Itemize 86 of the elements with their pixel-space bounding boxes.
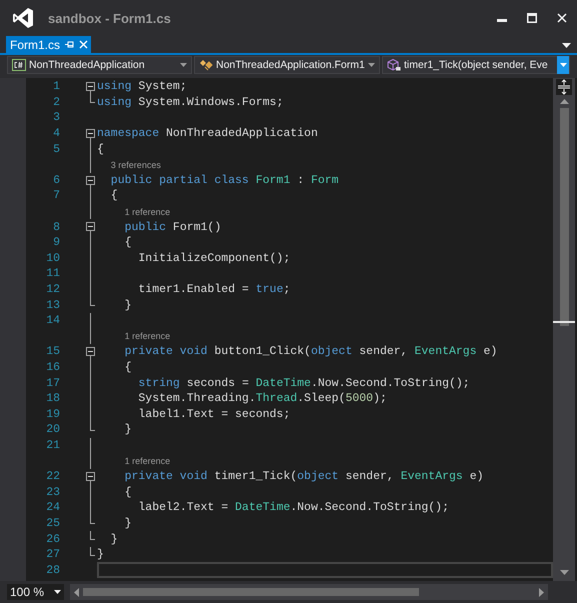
code-line: { — [97, 142, 104, 156]
navigation-dropdown[interactable]: timer1_Tick(object sender, Eve — [382, 56, 570, 74]
code-line: { — [110, 189, 118, 202]
close-icon[interactable] — [557, 13, 567, 23]
collapse-icon[interactable] — [86, 82, 95, 91]
pin-icon[interactable] — [65, 40, 74, 49]
line-number: 19 — [45, 408, 60, 421]
code-line: } — [110, 532, 118, 546]
line-number: 11 — [45, 267, 60, 280]
line-number: 8 — [52, 220, 60, 234]
line-number: 6 — [52, 174, 60, 187]
collapse-icon[interactable] — [86, 128, 95, 138]
navigation-dropdown[interactable]: NonThreadedApplication — [7, 56, 192, 74]
scroll-up-icon[interactable] — [560, 99, 568, 104]
line-number: 16 — [45, 360, 60, 374]
vertical-scrollbar[interactable] — [553, 78, 575, 581]
code-line: { — [124, 486, 132, 499]
collapse-icon[interactable] — [86, 347, 95, 356]
cube-icon — [387, 59, 401, 71]
code-line: using System.Windows.Forms; — [97, 96, 284, 109]
line-number: 10 — [45, 252, 60, 265]
code-line: { — [124, 236, 132, 250]
scroll-down-icon[interactable] — [560, 570, 568, 575]
scroll-thumb[interactable] — [83, 588, 419, 596]
reference-count-link[interactable]: 1 reference — [124, 331, 170, 342]
code-line: timer1.Enabled = true; — [137, 283, 290, 296]
line-number: 1 — [52, 80, 60, 94]
line-number: 23 — [45, 486, 60, 499]
maximize-icon[interactable] — [527, 13, 537, 23]
code-line: string seconds = DateTime.Now.Second.ToString(); — [137, 376, 470, 390]
dropdown-arrow-icon[interactable] — [54, 590, 61, 594]
code-line: label2.Text = DateTime.Now.Second.ToString(); — [137, 501, 449, 514]
scroll-left-icon[interactable] — [74, 588, 79, 596]
code-line: namespace NonThreadedApplication — [97, 127, 318, 140]
line-number: 18 — [45, 392, 60, 406]
scroll-thumb[interactable] — [560, 108, 568, 326]
code-line: System.Threading.Thread.Sleep(5000); — [137, 392, 387, 406]
horizontal-scrollbar[interactable] — [70, 584, 548, 600]
line-number: 17 — [45, 376, 60, 390]
line-number: 9 — [52, 236, 60, 250]
line-number: 12 — [45, 283, 60, 296]
line-number: 13 — [45, 298, 60, 312]
line-number: 20 — [45, 423, 60, 436]
line-number: 21 — [45, 438, 60, 452]
class-icon — [199, 59, 213, 71]
line-number: 28 — [45, 564, 60, 577]
code-line: { — [124, 360, 132, 374]
line-number: 26 — [45, 532, 60, 546]
code-line: label1.Text = seconds; — [137, 408, 290, 421]
caret-position-marker — [553, 321, 575, 323]
dropdown-arrow-icon[interactable] — [562, 43, 571, 48]
code-line: } — [124, 423, 132, 436]
collapse-icon[interactable] — [86, 472, 95, 481]
collapse-icon[interactable] — [86, 176, 95, 185]
collapse-icon[interactable] — [86, 222, 95, 232]
code-line: public partial class Form1 : Form — [110, 174, 339, 187]
code-line: public Form1() — [124, 220, 222, 234]
code-line: } — [97, 548, 104, 562]
line-number: 5 — [52, 142, 60, 156]
line-number: 2 — [52, 96, 60, 109]
line-number: 15 — [45, 345, 60, 358]
scroll-right-icon[interactable] — [539, 588, 544, 596]
csharp-file-icon — [12, 59, 26, 71]
window-title: sandbox - Form1.cs — [48, 10, 172, 26]
code-line: InitializeComponent(); — [137, 252, 290, 265]
line-number: 25 — [45, 516, 60, 530]
code-line: } — [124, 516, 132, 530]
line-number: 22 — [45, 470, 60, 484]
line-number: 24 — [45, 501, 60, 514]
line-number: 3 — [52, 111, 60, 124]
editor-tab[interactable]: Form1.cs — [6, 36, 92, 53]
zoom-dropdown[interactable]: 100 % — [7, 584, 64, 600]
reference-count-link[interactable]: 1 reference — [124, 206, 170, 217]
code-line: private void timer1_Tick(object sender, EventArgs e) — [124, 470, 484, 484]
code-line: private void button1_Click(object sender, EventArgs e) — [124, 345, 498, 358]
line-number: 14 — [45, 314, 60, 328]
code-line: } — [124, 298, 132, 312]
reference-count-link[interactable]: 1 reference — [124, 456, 170, 466]
navigation-dropdown[interactable]: NonThreadedApplication.Form1 — [194, 56, 380, 74]
line-number: 27 — [45, 548, 60, 562]
splitter-icon[interactable] — [556, 79, 572, 95]
line-number: 4 — [52, 127, 60, 140]
logo-icon — [12, 7, 34, 29]
line-number: 7 — [52, 189, 60, 202]
code-line: using System; — [97, 80, 187, 94]
reference-count-link[interactable]: 3 references — [110, 160, 161, 170]
